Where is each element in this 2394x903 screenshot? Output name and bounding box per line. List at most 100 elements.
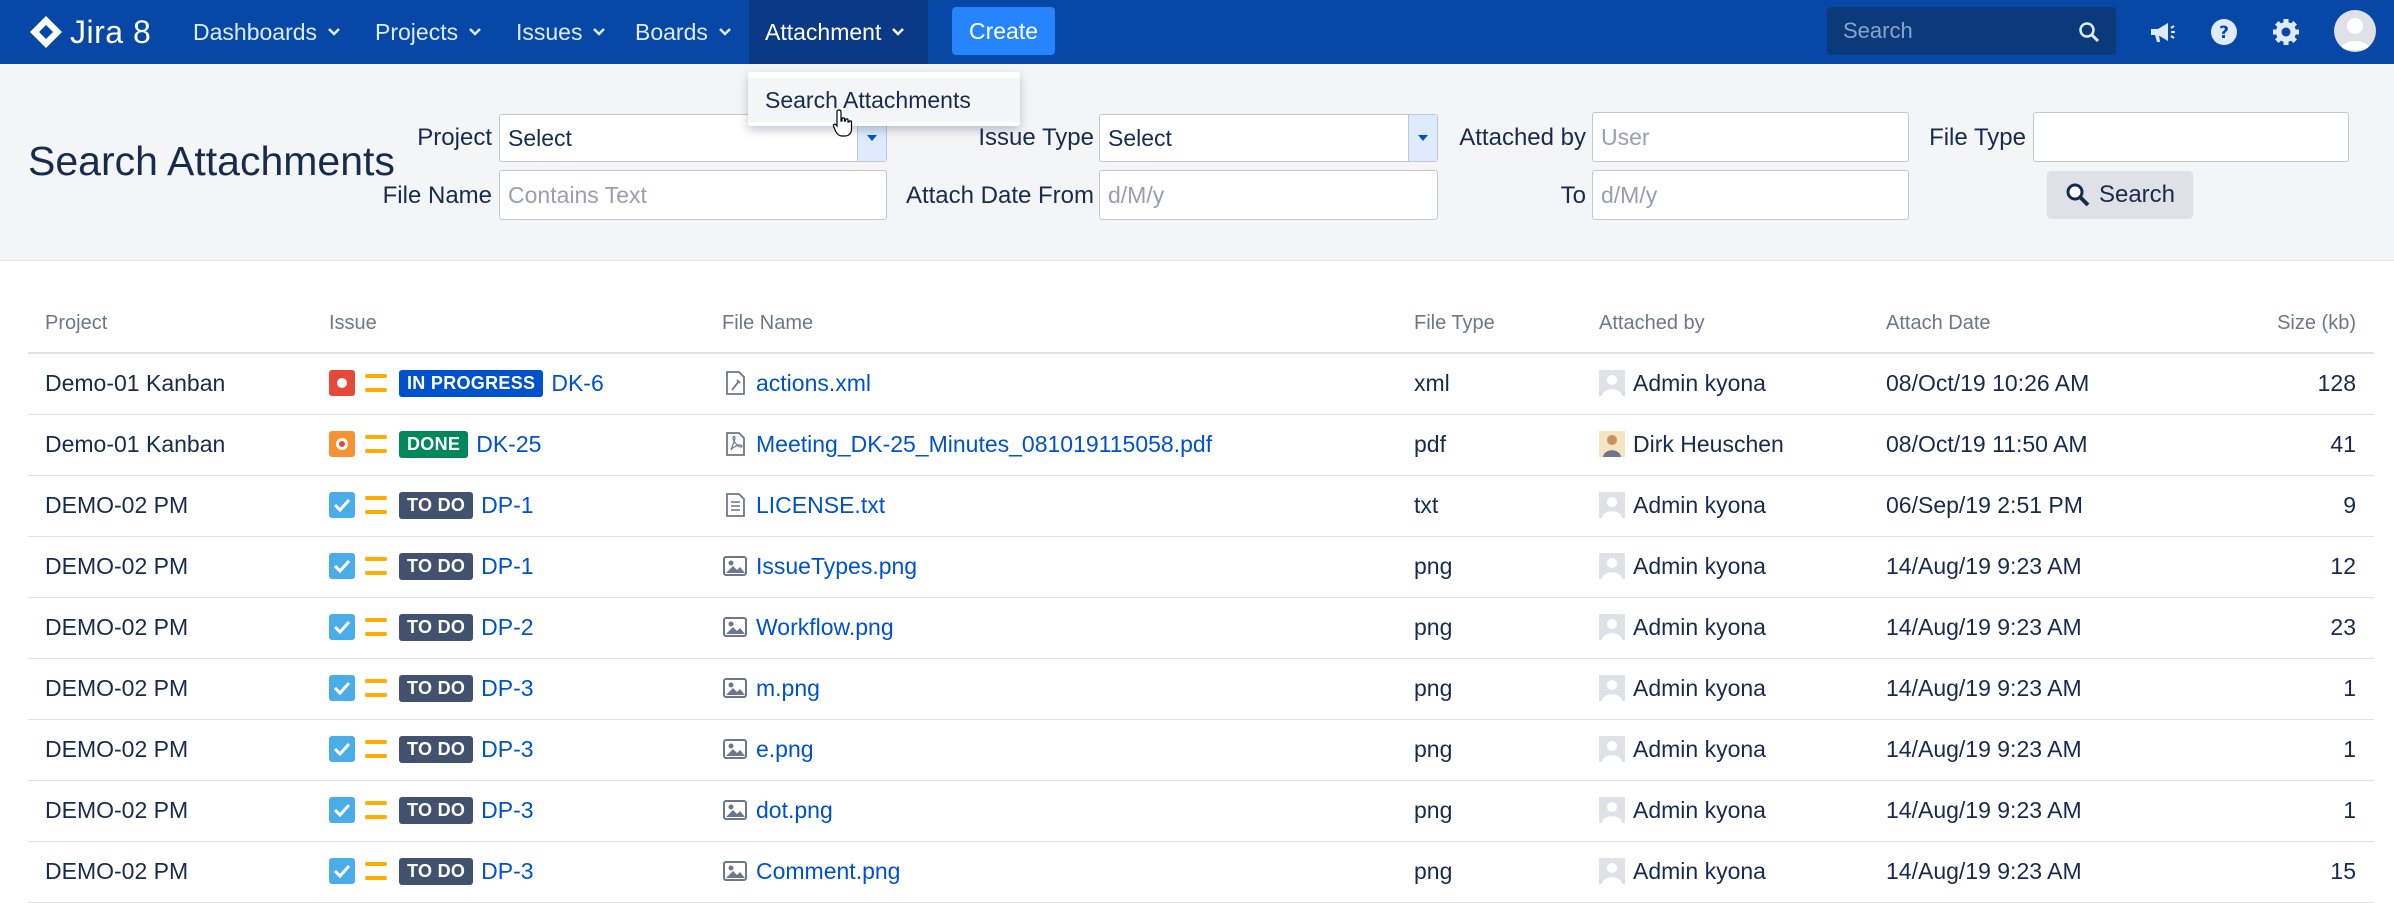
column-header-issue[interactable]: Issue [329, 312, 377, 335]
issue-key-link[interactable]: DP-1 [481, 492, 533, 519]
search-button-label: Search [2098, 181, 2176, 208]
file-type-cell: png [1414, 552, 1453, 579]
user-avatar[interactable] [2334, 10, 2376, 52]
nav-projects-label: Projects [375, 18, 459, 45]
improvement-issue-type-icon [329, 431, 355, 457]
nav-projects[interactable]: Projects [359, 0, 498, 64]
file-name-cell: e.png [722, 719, 814, 779]
megaphone-icon[interactable] [2146, 16, 2178, 48]
issue-key-link[interactable]: DP-3 [481, 797, 533, 824]
status-lozenge: TO DO [399, 674, 474, 702]
dropdown-arrow-icon[interactable] [1408, 115, 1437, 161]
top-navigation-bar: Jira 8 Dashboards Projects Issues Boards… [0, 0, 2394, 64]
attached-by-name: Admin kyona [1633, 552, 1766, 579]
table-row: DEMO-02 PM TO DO DP-3 Comment.png png Admin k… [28, 841, 2374, 903]
table-row: Demo-01 Kanban DONE DK-25 Meeting_DK-25_Min… [28, 414, 2374, 476]
table-row: DEMO-02 PM TO DO DP-1 IssueTypes.png png Admi… [28, 536, 2374, 598]
attached-by-input[interactable]: User [1592, 112, 1909, 162]
help-icon[interactable]: ? [2208, 16, 2240, 48]
image-file-icon [723, 678, 747, 698]
status-lozenge: TO DO [399, 491, 474, 519]
project-label: Project [417, 124, 492, 151]
issue-key-link[interactable]: DP-3 [481, 736, 533, 763]
column-header-file-name[interactable]: File Name [722, 312, 813, 335]
logo-text: Jira 8 [70, 13, 152, 50]
hand-cursor-icon [832, 109, 853, 137]
attached-by-name: Admin kyona [1633, 674, 1766, 701]
nav-attachment-label: Attachment [765, 18, 882, 45]
nav-issues[interactable]: Issues [500, 0, 622, 64]
attached-by-cell: Admin kyona [1599, 536, 1766, 596]
issue-key-link[interactable]: DP-3 [481, 675, 533, 702]
issue-key-link[interactable]: DP-2 [481, 614, 533, 641]
menu-item-search-attachments[interactable]: Search Attachments [748, 78, 1020, 122]
issue-type-select[interactable]: Select [1099, 114, 1438, 162]
search-button[interactable]: Search [2047, 171, 2193, 219]
column-header-project[interactable]: Project [45, 312, 107, 335]
size-cell: 12 [2330, 552, 2356, 579]
file-type-cell: xml [1414, 369, 1450, 396]
file-name-link[interactable]: Comment.png [756, 858, 900, 885]
table-header: Project Issue File Name File Type Attach… [28, 300, 2374, 354]
attached-by-cell: Dirk Heuschen [1599, 414, 1784, 474]
file-name-cell: actions.xml [722, 353, 871, 413]
nav-dashboards[interactable]: Dashboards [177, 0, 357, 64]
attached-by-name: Admin kyona [1633, 857, 1766, 884]
file-name-link[interactable]: e.png [756, 736, 814, 763]
medium-priority-icon [365, 374, 387, 392]
nav-boards-label: Boards [635, 18, 708, 45]
medium-priority-icon [365, 740, 387, 758]
file-type-input[interactable] [2033, 112, 2349, 162]
column-header-size[interactable]: Size (kb) [2277, 312, 2356, 335]
global-search-input[interactable]: Search [1827, 7, 2116, 55]
column-header-attached-by[interactable]: Attached by [1599, 312, 1705, 335]
size-cell: 1 [2343, 735, 2356, 762]
attached-by-cell: Admin kyona [1599, 780, 1766, 840]
nav-attachment[interactable]: Attachment [749, 0, 928, 64]
issue-key-link[interactable]: DP-3 [481, 858, 533, 885]
issue-cell: TO DO DP-1 [329, 475, 534, 535]
attached-by-cell: Admin kyona [1599, 475, 1766, 535]
image-file-icon [723, 861, 747, 881]
table-row: Demo-01 Kanban IN PROGRESS DK-6 actions.xml… [28, 353, 2374, 415]
attach-date-from-input[interactable]: d/M/y [1099, 170, 1438, 220]
file-type-cell: txt [1414, 491, 1439, 518]
file-name-link[interactable]: dot.png [756, 797, 833, 824]
issue-key-link[interactable]: DK-6 [551, 370, 603, 397]
file-type-cell: png [1414, 613, 1453, 640]
issue-key-link[interactable]: DP-1 [481, 553, 533, 580]
column-header-file-type[interactable]: File Type [1414, 312, 1495, 335]
task-issue-type-icon [329, 675, 355, 701]
file-name-link[interactable]: LICENSE.txt [756, 492, 885, 519]
task-issue-type-icon [329, 736, 355, 762]
file-name-cell: Meeting_DK-25_Minutes_081019115058.pdf [722, 414, 1212, 474]
svg-text:?: ? [2219, 23, 2229, 43]
issue-key-link[interactable]: DK-25 [476, 431, 541, 458]
file-name-cell: Workflow.png [722, 597, 894, 657]
project-cell: Demo-01 Kanban [45, 369, 226, 396]
file-name-link[interactable]: Workflow.png [756, 614, 894, 641]
file-name-link[interactable]: Meeting_DK-25_Minutes_081019115058.pdf [756, 431, 1212, 458]
size-cell: 9 [2343, 491, 2356, 518]
gear-icon[interactable] [2270, 16, 2302, 48]
project-cell: DEMO-02 PM [45, 491, 189, 518]
file-name-link[interactable]: actions.xml [756, 370, 871, 397]
to-date-input[interactable]: d/M/y [1592, 170, 1909, 220]
file-name-input[interactable]: Contains Text [499, 170, 887, 220]
file-name-link[interactable]: m.png [756, 675, 820, 702]
file-name-link[interactable]: IssueTypes.png [756, 553, 917, 580]
image-file-icon [723, 739, 747, 759]
status-lozenge: TO DO [399, 857, 474, 885]
nav-boards[interactable]: Boards [619, 0, 748, 64]
attach-date-cell: 14/Aug/19 9:23 AM [1886, 552, 2082, 579]
task-issue-type-icon [329, 614, 355, 640]
issue-cell: TO DO DP-1 [329, 536, 534, 596]
size-cell: 1 [2343, 796, 2356, 823]
magnifier-icon [2066, 183, 2090, 207]
jira-logo[interactable]: Jira 8 [28, 12, 151, 52]
create-button[interactable]: Create [952, 7, 1055, 55]
column-header-attach-date[interactable]: Attach Date [1886, 312, 1991, 335]
status-lozenge: IN PROGRESS [399, 369, 544, 397]
size-cell: 1 [2343, 674, 2356, 701]
chevron-down-icon [892, 28, 905, 36]
